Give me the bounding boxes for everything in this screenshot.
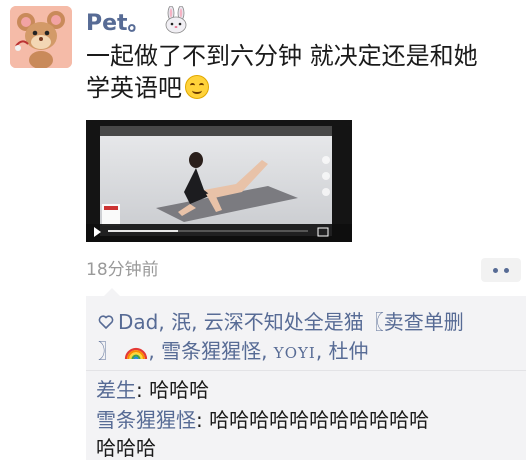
post-text-line2-text: 学英语吧	[86, 74, 182, 102]
liker-name[interactable]: 云深不知处全是猫〖卖查单删	[204, 310, 464, 334]
comment-separator: :	[136, 378, 150, 402]
comment-item[interactable]: 差生: 哈哈哈	[96, 376, 520, 404]
cartoon-mouse-avatar-icon	[10, 6, 72, 68]
post-text-line1: 一起做了不到六分钟 就决定还是和她	[86, 42, 478, 70]
more-options-icon-dot	[504, 268, 509, 273]
smiling-face-emoji-icon	[185, 75, 209, 99]
video-thumbnail[interactable]	[86, 120, 352, 242]
divider	[86, 370, 526, 371]
comment-text: 哈哈哈	[149, 378, 210, 402]
liker-name[interactable]: 〗	[98, 339, 118, 363]
more-options-icon	[493, 268, 498, 273]
post-text: 一起做了不到六分钟 就决定还是和她 学英语吧	[86, 40, 516, 104]
liker-name[interactable]: 雪条猩猩怪	[161, 339, 261, 363]
username-text[interactable]: Pet。	[86, 11, 150, 36]
more-options-button[interactable]	[481, 258, 521, 282]
interactions-panel: Dad, 泯, 云深不知处全是猫〖卖查单删〗 , 雪条猩猩怪, YOYI, 杜仲…	[86, 296, 526, 460]
comment-separator: :	[196, 408, 210, 432]
liker-name[interactable]: YOYI	[274, 344, 316, 362]
commenter-name[interactable]: 雪条猩猩怪	[96, 408, 196, 432]
rabbit-face-icon	[165, 6, 187, 34]
post-text-line2: 学英语吧	[86, 72, 516, 104]
video-frame	[86, 120, 352, 242]
heart-outline-icon	[98, 315, 114, 329]
post-timestamp: 18分钟前	[86, 260, 159, 280]
moments-post: Pet。 一起做了不到六分钟 就决定还是和她 学英语吧 18分钟前 Dad, 泯…	[0, 0, 531, 460]
comment-text-cont: 哈哈哈	[96, 436, 156, 460]
comment-text: 哈哈哈哈哈哈哈哈哈哈哈	[209, 408, 430, 432]
commenter-name[interactable]: 差生	[96, 378, 136, 402]
rainbow-emoji-icon	[125, 347, 148, 360]
likes-list: Dad, 泯, 云深不知处全是猫〖卖查单删〗 , 雪条猩猩怪, YOYI, 杜仲	[98, 310, 464, 363]
panel-arrow	[104, 288, 120, 296]
liker-name[interactable]: 泯	[171, 310, 191, 334]
username[interactable]: Pet。	[86, 6, 189, 37]
comment-item[interactable]: 雪条猩猩怪: 哈哈哈哈哈哈哈哈哈哈哈 哈哈哈	[96, 406, 520, 460]
avatar[interactable]	[10, 6, 72, 68]
liker-name[interactable]: Dad	[118, 310, 158, 334]
liker-name[interactable]: 杜仲	[329, 339, 369, 363]
